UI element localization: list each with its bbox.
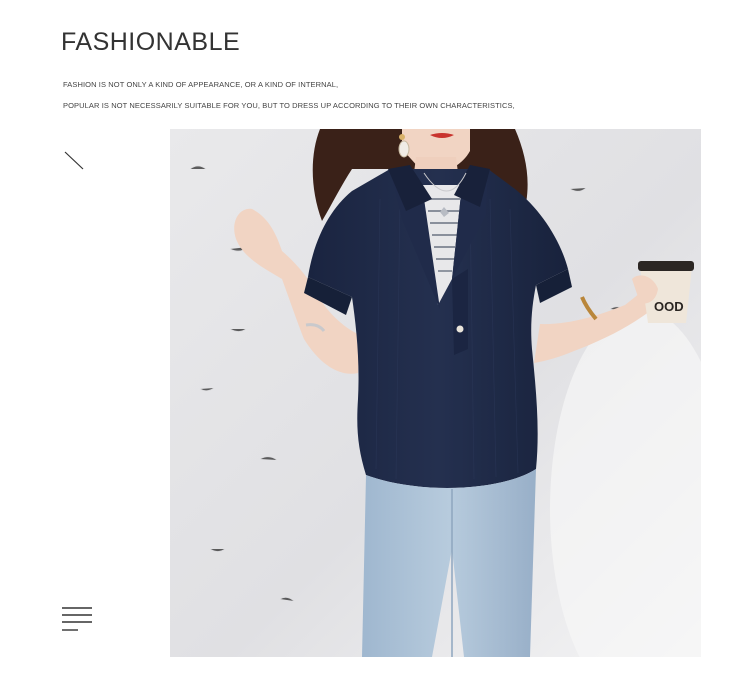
model-wearing-blouse-illustration: OOD [170,129,701,657]
menu-lines-icon [62,607,92,631]
description-line-2: POPULAR IS NOT NECESSARILY SUITABLE FOR … [63,101,515,110]
product-photo: OOD [170,129,701,657]
description-line-1: FASHION IS NOT ONLY A KIND OF APPEARANCE… [63,80,339,89]
cup-print-text: OOD [654,299,684,314]
diagonal-slash-icon [64,151,84,170]
page-title: FASHIONABLE [61,28,241,56]
